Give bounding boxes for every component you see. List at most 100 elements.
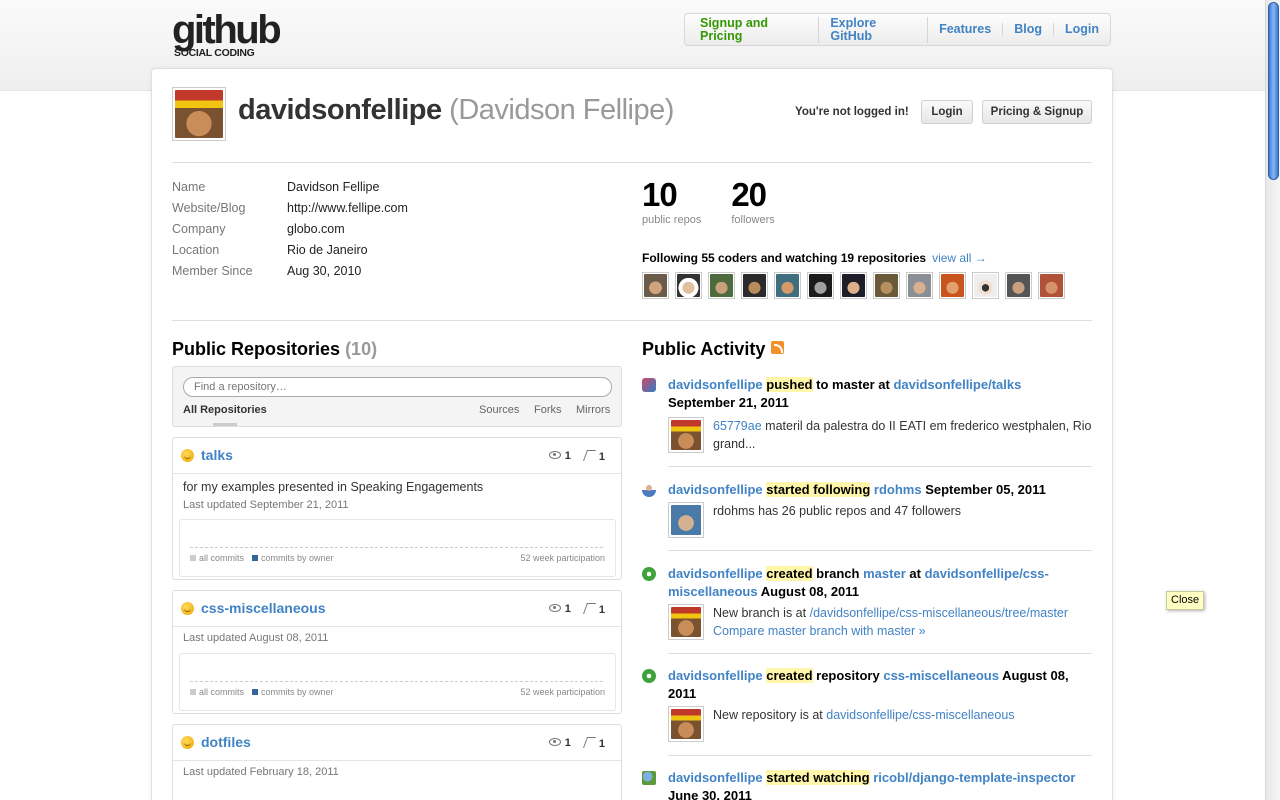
branch-link[interactable]: master: [863, 566, 906, 581]
actor-link[interactable]: davidsonfellipe: [668, 482, 763, 497]
legend-all-commits: all commits: [190, 553, 244, 563]
rss-feed-icon[interactable]: [771, 341, 785, 354]
follow-icon: [642, 483, 656, 497]
public-repo-icon: [181, 602, 194, 615]
following-avatar[interactable]: [840, 272, 867, 299]
following-avatar[interactable]: [741, 272, 768, 299]
following-avatar[interactable]: [642, 272, 669, 299]
watchers-count[interactable]: 1: [548, 603, 571, 616]
watchers-count[interactable]: 1: [548, 737, 571, 750]
participation-graph: all commits commits by owner 52 week part…: [179, 519, 616, 577]
repo-url-link[interactable]: davidsonfellipe/css-miscellaneous: [826, 708, 1014, 722]
not-logged-in-notice: You're not logged in!: [795, 106, 909, 118]
repo-name-link[interactable]: css-miscellaneous: [201, 600, 326, 616]
forks-count[interactable]: 1: [582, 737, 605, 750]
actor-link[interactable]: davidsonfellipe: [668, 566, 763, 581]
following-avatar[interactable]: [972, 272, 999, 299]
stat-public-repos[interactable]: 10 public repos: [642, 176, 701, 226]
tab-all-repositories[interactable]: All Repositories: [183, 404, 267, 426]
activity-heading: Public Activity: [642, 339, 785, 360]
top-navigation: Signup and Pricing Explore GitHub Featur…: [684, 13, 1111, 46]
following-avatar[interactable]: [708, 272, 735, 299]
legend-commits-by-owner: commits by owner: [252, 687, 334, 697]
full-name: (Davidson Fellipe): [449, 94, 674, 126]
avatar[interactable]: [668, 604, 704, 640]
actor-link[interactable]: davidsonfellipe: [668, 770, 763, 785]
repo-header: talks 1 1: [173, 438, 621, 474]
login-button[interactable]: Login: [921, 100, 973, 124]
view-all-link[interactable]: view all →: [932, 251, 987, 265]
detail-row-name: Name Davidson Fellipe: [172, 180, 380, 194]
following-avatar[interactable]: [675, 272, 702, 299]
actor-link[interactable]: davidsonfellipe: [668, 377, 763, 392]
tab-forks[interactable]: Forks: [534, 404, 562, 416]
legend-all-commits: all commits: [190, 687, 244, 697]
page-title: davidsonfellipe (Davidson Fellipe): [238, 94, 674, 127]
forks-count[interactable]: 1: [582, 450, 605, 463]
following-avatar[interactable]: [873, 272, 900, 299]
tab-mirrors[interactable]: Mirrors: [576, 404, 610, 416]
username: davidsonfellipe: [238, 94, 442, 126]
profile-stats: 10 public repos 20 followers: [642, 176, 805, 226]
activity-item: davidsonfellipe created repository css-m…: [642, 667, 1092, 756]
nav-signup-pricing[interactable]: Signup and Pricing: [689, 16, 820, 43]
watchers-count[interactable]: 1: [548, 450, 571, 463]
divider: [172, 162, 1092, 163]
legend-week-participation: 52 week participation: [520, 687, 605, 697]
participation-graph: all commits commits by owner 52 week part…: [179, 653, 616, 711]
avatar[interactable]: [668, 502, 704, 538]
find-repository-input[interactable]: [183, 377, 612, 397]
repo-last-updated: Last updated September 21, 2011: [183, 499, 349, 511]
nav-features[interactable]: Features: [928, 23, 1004, 36]
fork-icon: [582, 737, 596, 748]
repo-name-link[interactable]: dotfiles: [201, 734, 251, 750]
repo-link[interactable]: ricobl/django-template-inspector: [873, 770, 1075, 785]
commit-sha-link[interactable]: 65779ae: [713, 419, 762, 433]
push-icon: [642, 378, 656, 392]
pricing-signup-button[interactable]: Pricing & Signup: [982, 100, 1092, 124]
repo-last-updated: Last updated February 18, 2011: [183, 766, 339, 778]
following-avatar[interactable]: [939, 272, 966, 299]
nav-explore-github[interactable]: Explore GitHub: [819, 16, 929, 43]
github-logo[interactable]: github SOCIAL CODING: [172, 8, 282, 62]
actor-link[interactable]: davidsonfellipe: [668, 668, 763, 683]
nav-blog[interactable]: Blog: [1003, 23, 1054, 36]
following-avatar[interactable]: [906, 272, 933, 299]
activity-item: davidsonfellipe started watching ricobl/…: [642, 769, 1092, 800]
avatar[interactable]: [668, 706, 704, 742]
forks-count[interactable]: 1: [582, 603, 605, 616]
stat-followers[interactable]: 20 followers: [731, 176, 774, 226]
eye-icon: [548, 604, 561, 612]
repo-link[interactable]: davidsonfellipe/talks: [893, 377, 1021, 392]
repo-meta: 1 1: [548, 450, 605, 463]
following-avatar[interactable]: [807, 272, 834, 299]
website-link[interactable]: http://www.fellipe.com: [287, 200, 408, 221]
activity-item: davidsonfellipe created branch master at…: [642, 565, 1092, 654]
following-avatar[interactable]: [774, 272, 801, 299]
following-avatar[interactable]: [1005, 272, 1032, 299]
avatar[interactable]: [668, 417, 704, 453]
close-tooltip: Close: [1166, 591, 1205, 610]
repo-card: talks 1 1 for my examples presented in S…: [172, 437, 622, 580]
fork-icon: [582, 603, 596, 614]
compare-link[interactable]: Compare master branch with master »: [713, 624, 926, 638]
detail-row-location: Location Rio de Janeiro: [172, 243, 368, 257]
public-repo-icon: [181, 449, 194, 462]
repo-filter: All Repositories Sources Forks Mirrors: [172, 366, 622, 427]
scrollbar-thumb[interactable]: [1268, 2, 1279, 180]
following-avatar[interactable]: [1038, 272, 1065, 299]
nav-login[interactable]: Login: [1054, 23, 1110, 36]
divider: [172, 320, 1092, 321]
tab-sources[interactable]: Sources: [479, 404, 519, 416]
repo-link[interactable]: css-miscellaneous: [883, 668, 999, 683]
legend-week-participation: 52 week participation: [520, 553, 605, 563]
user-link[interactable]: rdohms: [874, 482, 922, 497]
repo-meta: 1 1: [548, 737, 605, 750]
repo-name-link[interactable]: talks: [201, 447, 233, 463]
repo-card: css-miscellaneous 1 1 Last updated Augus…: [172, 590, 622, 714]
following-summary: Following 55 coders and watching 19 repo…: [642, 251, 987, 265]
vertical-scrollbar[interactable]: [1265, 0, 1280, 800]
branch-url-link[interactable]: /davidsonfellipe/css-miscellaneous/tree/…: [810, 606, 1068, 620]
watch-icon: [642, 771, 656, 785]
repo-header: dotfiles 1 1: [173, 725, 621, 761]
